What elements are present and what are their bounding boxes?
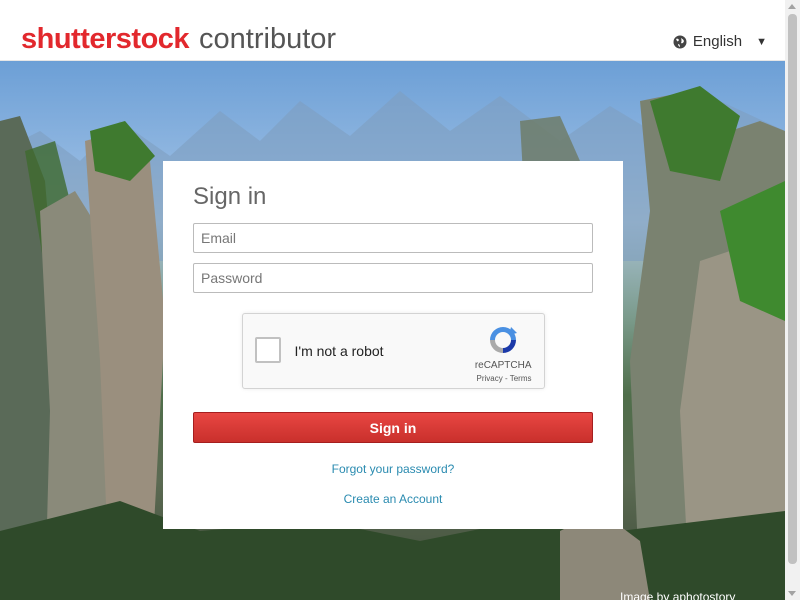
chevron-down-icon: ▼ — [756, 35, 767, 48]
create-account-link[interactable]: Create an Account — [193, 492, 593, 506]
recaptcha-checkbox[interactable] — [254, 337, 281, 363]
sign-in-card: Sign in I'm not a robot reCAPTCHA Privac… — [163, 161, 623, 529]
scroll-down-arrow-icon[interactable] — [788, 591, 796, 596]
sign-in-button[interactable]: Sign in — [193, 412, 593, 443]
scrollbar-thumb[interactable] — [788, 14, 797, 564]
image-credit: Image by aphotostory — [620, 590, 736, 604]
email-field[interactable] — [193, 223, 593, 253]
vertical-scrollbar[interactable] — [785, 0, 800, 600]
language-selector[interactable]: English ▼ — [673, 33, 767, 50]
sign-in-title: Sign in — [193, 183, 267, 210]
password-field[interactable] — [193, 263, 593, 293]
recaptcha-logo-icon — [489, 327, 517, 353]
recaptcha-brand: reCAPTCHA — [474, 360, 532, 371]
top-header: shutterstock contributor English ▼ — [0, 0, 785, 61]
recaptcha-terms-link[interactable]: Privacy - Terms — [477, 374, 532, 383]
globe-icon — [673, 35, 687, 48]
language-label: English — [692, 33, 743, 50]
logo-brand: shutterstock — [21, 23, 190, 55]
recaptcha-widget: I'm not a robot reCAPTCHA Privacy - Term… — [241, 313, 545, 389]
scroll-up-arrow-icon[interactable] — [788, 4, 796, 9]
shutterstock-contributor-logo[interactable]: shutterstock contributor — [21, 22, 336, 56]
recaptcha-label: I'm not a robot — [294, 343, 384, 359]
forgot-password-link[interactable]: Forgot your password? — [193, 462, 593, 476]
logo-sub: contributor — [199, 23, 337, 55]
